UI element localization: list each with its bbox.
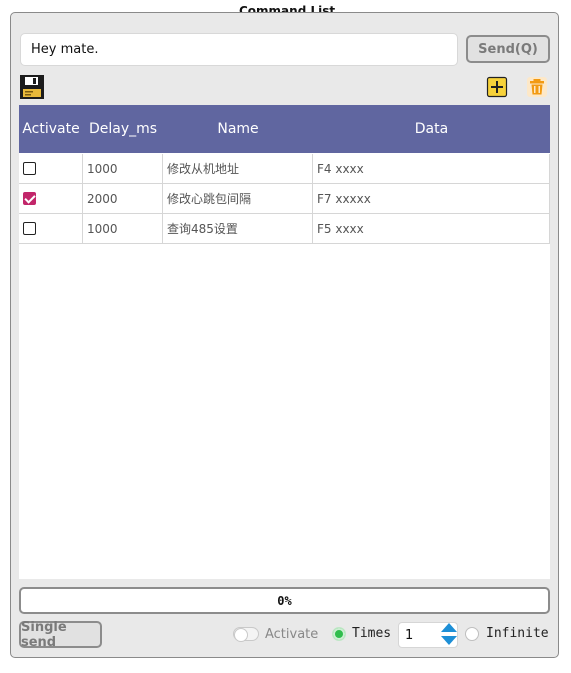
data-cell[interactable]: F5 xxxx	[313, 214, 550, 243]
activate-checkbox[interactable]	[23, 222, 36, 235]
command-input[interactable]	[20, 33, 458, 66]
header-name: Name	[217, 121, 259, 137]
activate-checkbox[interactable]	[23, 162, 36, 175]
times-radio[interactable]	[332, 627, 346, 641]
add-icon[interactable]	[486, 76, 508, 98]
infinite-label: Infinite	[486, 626, 549, 641]
data-cell[interactable]: F4 xxxx	[313, 154, 550, 183]
send-button[interactable]: Send(Q)	[466, 35, 550, 63]
command-table: Activate Delay_ms Name Data 1000 修改从机地址 …	[19, 105, 550, 579]
delay-cell[interactable]: 2000	[83, 184, 163, 213]
activate-cell	[19, 184, 83, 213]
save-icon[interactable]	[19, 74, 45, 100]
table-header: Activate Delay_ms Name Data	[19, 105, 550, 153]
times-label: Times	[352, 626, 392, 641]
single-send-button[interactable]: Single send	[19, 620, 102, 650]
table-row[interactable]: 1000 查询485设置 F5 xxxx	[19, 214, 550, 244]
name-cell[interactable]: 查询485设置	[163, 214, 313, 243]
activate-toggle[interactable]	[233, 627, 259, 642]
data-cell[interactable]: F7 xxxxx	[313, 184, 550, 213]
header-activate: Activate	[22, 121, 80, 137]
table-row[interactable]: 2000 修改心跳包间隔 F7 xxxxx	[19, 184, 550, 214]
delay-cell[interactable]: 1000	[83, 154, 163, 183]
progress-bar: 0%	[19, 587, 550, 614]
table-row[interactable]: 1000 修改从机地址 F4 xxxx	[19, 154, 550, 184]
name-cell[interactable]: 修改从机地址	[163, 154, 313, 183]
activate-checkbox[interactable]	[23, 192, 36, 205]
delete-icon[interactable]	[526, 76, 548, 98]
spin-down-arrow-icon[interactable]	[441, 636, 457, 645]
name-cell[interactable]: 修改心跳包间隔	[163, 184, 313, 213]
times-value: 1	[405, 628, 414, 643]
delay-cell[interactable]: 1000	[83, 214, 163, 243]
activate-cell	[19, 154, 83, 183]
header-data: Data	[414, 121, 449, 137]
progress-text: 0%	[277, 593, 292, 608]
activate-cell	[19, 214, 83, 243]
infinite-radio[interactable]	[465, 627, 479, 641]
activate-label: Activate	[265, 627, 319, 642]
spin-up-arrow-icon[interactable]	[441, 623, 457, 632]
header-delay: Delay_ms	[88, 121, 158, 137]
